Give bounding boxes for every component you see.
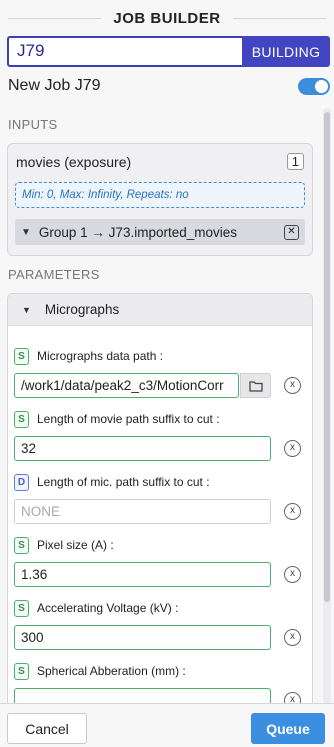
- chevron-down-icon: ▼: [22, 304, 31, 315]
- input-slot-card: movies (exposure) 1 Min: 0, Max: Infinit…: [7, 143, 313, 256]
- param-accelerating-voltage: S Accelerating Voltage (kV) : 300 x: [14, 598, 306, 650]
- input-slot-count: 1: [286, 153, 304, 170]
- micrographs-path-input[interactable]: /work1/data/peak2_c3/MotionCorr: [14, 373, 239, 398]
- param-mic-suffix-cut: D Length of mic. path suffix to cut : NO…: [14, 472, 306, 524]
- param-spherical-aberration: S Spherical Abberation (mm) : x: [14, 661, 306, 703]
- clear-icon[interactable]: x: [284, 503, 301, 520]
- mic-suffix-input[interactable]: NONE: [14, 499, 271, 524]
- clear-icon[interactable]: x: [284, 629, 301, 646]
- set-badge: S: [14, 536, 29, 554]
- param-field-row: 300 x: [14, 625, 306, 650]
- param-micrographs-data-path: S Micrographs data path : /work1/data/pe…: [14, 346, 306, 398]
- folder-icon[interactable]: [240, 373, 271, 398]
- job-name-row: New Job J79: [8, 74, 330, 98]
- clear-icon[interactable]: x: [284, 440, 301, 457]
- param-group-title: Micrographs: [44, 302, 120, 317]
- spherical-aberration-input[interactable]: [14, 688, 271, 703]
- param-pixel-size: S Pixel size (A) : 1.36 x: [14, 535, 306, 587]
- parameters-panel: ▼ Micrographs S Micrographs data path : …: [7, 293, 313, 703]
- param-label-row: S Spherical Abberation (mm) :: [14, 661, 306, 681]
- cancel-button[interactable]: Cancel: [7, 713, 87, 744]
- input-slot-name: movies (exposure): [16, 153, 132, 170]
- pixel-size-input[interactable]: 1.36: [14, 562, 271, 587]
- scrollbar-thumb[interactable]: [324, 112, 330, 602]
- remove-input-icon[interactable]: ✕: [284, 224, 299, 240]
- param-label-row: S Length of movie path suffix to cut :: [14, 409, 306, 429]
- param-label: Pixel size (A) :: [37, 538, 114, 552]
- clear-icon[interactable]: x: [284, 566, 301, 583]
- footer-bar: Cancel Queue: [0, 703, 334, 747]
- param-field-row: /work1/data/peak2_c3/MotionCorr x: [14, 373, 306, 398]
- param-label: Accelerating Voltage (kV) :: [37, 601, 179, 615]
- clear-icon[interactable]: x: [284, 377, 301, 394]
- job-id-field[interactable]: J79: [7, 36, 242, 67]
- param-movie-suffix-cut: S Length of movie path suffix to cut : 3…: [14, 409, 306, 461]
- param-label: Length of movie path suffix to cut :: [37, 412, 220, 426]
- set-badge: S: [14, 662, 29, 680]
- input-group-label: Group 1 → J73.imported_movies: [38, 224, 237, 240]
- movie-suffix-input[interactable]: 32: [14, 436, 271, 461]
- input-constraints: Min: 0, Max: Infinity, Repeats: no: [15, 182, 305, 208]
- set-badge: S: [14, 599, 29, 617]
- input-group-row[interactable]: ▼ Group 1 → J73.imported_movies ✕: [15, 219, 305, 245]
- parameters-section-label: PARAMETERS: [8, 267, 100, 282]
- set-badge: S: [14, 347, 29, 365]
- caret-down-icon[interactable]: ▼: [21, 227, 31, 238]
- param-field-row: 1.36 x: [14, 562, 306, 587]
- queue-button[interactable]: Queue: [251, 713, 325, 744]
- param-label-row: S Pixel size (A) :: [14, 535, 306, 555]
- param-field-row: 32 x: [14, 436, 306, 461]
- panel-scrollbar[interactable]: [323, 108, 331, 704]
- set-badge: S: [14, 410, 29, 428]
- param-label-row: D Length of mic. path suffix to cut :: [14, 472, 306, 492]
- param-field-row: NONE x: [14, 499, 306, 524]
- job-builder-header: JOB BUILDER: [0, 0, 334, 36]
- inputs-section-label: INPUTS: [8, 117, 58, 132]
- default-badge: D: [14, 473, 29, 491]
- job-enable-toggle[interactable]: [298, 77, 330, 95]
- param-label: Micrographs data path :: [37, 349, 164, 363]
- param-group-header[interactable]: ▼ Micrographs: [8, 294, 312, 326]
- voltage-input[interactable]: 300: [14, 625, 271, 650]
- panel-title: JOB BUILDER: [101, 9, 233, 27]
- job-id-bar: J79 BUILDING: [7, 36, 330, 67]
- param-label: Spherical Abberation (mm) :: [37, 664, 186, 678]
- param-label-row: S Accelerating Voltage (kV) :: [14, 598, 306, 618]
- param-label: Length of mic. path suffix to cut :: [37, 475, 210, 489]
- job-status-badge: BUILDING: [242, 36, 330, 67]
- param-field-row: x: [14, 688, 306, 703]
- job-name[interactable]: New Job J79: [8, 77, 101, 95]
- clear-icon[interactable]: x: [284, 692, 301, 703]
- param-label-row: S Micrographs data path :: [14, 346, 306, 366]
- input-slot-header: movies (exposure) 1: [16, 153, 304, 170]
